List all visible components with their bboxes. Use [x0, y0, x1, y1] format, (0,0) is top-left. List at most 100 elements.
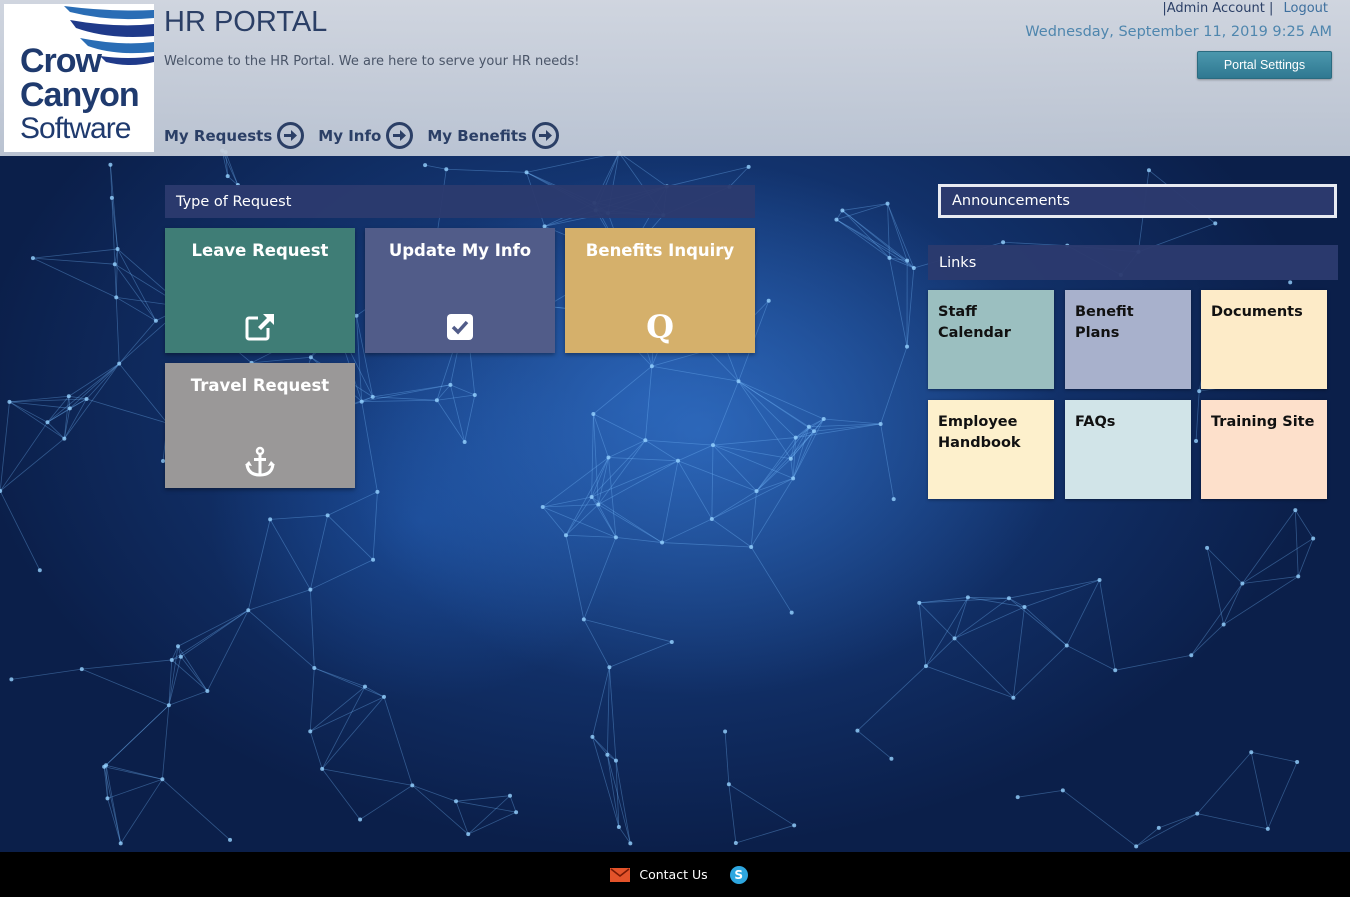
- network-node: [268, 517, 273, 522]
- network-line: [0, 490, 41, 571]
- network-node: [153, 318, 158, 323]
- network-line: [81, 668, 170, 706]
- top-navigation: My Requests My Info My Benefits: [164, 122, 559, 149]
- network-node: [885, 201, 890, 206]
- network-line: [47, 422, 65, 439]
- network-line: [327, 515, 374, 561]
- network-node: [660, 540, 665, 545]
- network-line: [180, 656, 208, 692]
- network-node: [1015, 795, 1020, 800]
- network-node: [225, 174, 230, 179]
- nav-my-benefits[interactable]: My Benefits: [427, 122, 559, 149]
- network-node: [793, 435, 798, 440]
- network-line: [412, 785, 457, 802]
- network-node: [115, 247, 120, 252]
- network-line: [327, 491, 378, 516]
- contact-us-label: Contact Us: [639, 867, 708, 882]
- network-node: [308, 355, 313, 360]
- network-node: [649, 364, 654, 369]
- network-line: [677, 444, 714, 462]
- network-line: [1099, 579, 1116, 671]
- network-line: [666, 166, 749, 187]
- network-line: [542, 506, 567, 536]
- network-line: [1062, 790, 1137, 847]
- logout-link[interactable]: Logout: [1283, 1, 1328, 16]
- link-benefit-plans[interactable]: Benefit Plans: [1065, 290, 1191, 389]
- network-line: [468, 811, 517, 835]
- crow-canyon-logo[interactable]: Crow Canyon Software: [4, 4, 154, 152]
- network-node: [112, 262, 117, 267]
- network-line: [310, 696, 385, 732]
- network-line: [842, 203, 888, 211]
- travel-request-tile[interactable]: Travel Request: [165, 363, 355, 488]
- network-line: [857, 665, 927, 731]
- external-link-icon: [243, 310, 277, 344]
- network-line: [925, 665, 1014, 699]
- network-line: [591, 439, 646, 498]
- network-line: [310, 686, 366, 732]
- network-line: [750, 491, 757, 548]
- update-my-info-tile[interactable]: Update My Info: [365, 228, 555, 353]
- network-line: [728, 783, 795, 826]
- network-line: [608, 439, 646, 458]
- arrow-right-circle-icon: [386, 122, 414, 149]
- network-node: [889, 756, 894, 761]
- network-line: [954, 606, 1025, 639]
- network-line: [322, 768, 413, 786]
- portal-settings-button[interactable]: Portal Settings: [1197, 51, 1332, 79]
- link-faqs[interactable]: FAQs: [1065, 400, 1191, 499]
- network-node: [628, 841, 633, 846]
- nav-my-requests[interactable]: My Requests: [164, 122, 305, 149]
- link-training-site[interactable]: Training Site: [1201, 400, 1327, 499]
- nav-my-requests-label: My Requests: [164, 126, 273, 145]
- network-node: [1293, 508, 1298, 513]
- network-line: [103, 704, 170, 768]
- network-line: [842, 210, 890, 259]
- network-line: [661, 460, 679, 543]
- network-line: [609, 641, 672, 668]
- network-node: [605, 752, 610, 757]
- network-node: [1011, 695, 1016, 700]
- link-staff-calendar[interactable]: Staff Calendar: [928, 290, 1054, 389]
- network-node: [834, 217, 839, 222]
- benefits-inquiry-tile[interactable]: Benefits Inquiry Q: [565, 228, 755, 353]
- network-node: [1022, 604, 1027, 609]
- q-icon: Q: [646, 308, 674, 346]
- link-employee-handbook[interactable]: Employee Handbook: [928, 400, 1054, 499]
- network-line: [103, 766, 122, 844]
- network-line: [836, 219, 890, 259]
- network-node: [354, 313, 359, 318]
- network-line: [1251, 751, 1298, 763]
- network-line: [446, 168, 527, 173]
- network-node: [887, 255, 892, 260]
- leave-request-tile[interactable]: Leave Request: [165, 228, 355, 353]
- network-node: [160, 777, 165, 782]
- anchor-icon: [243, 445, 277, 479]
- network-node: [308, 729, 313, 734]
- network-node: [359, 399, 364, 404]
- network-line: [168, 646, 179, 706]
- link-documents[interactable]: Documents: [1201, 290, 1327, 389]
- network-line: [918, 602, 927, 667]
- network-node: [613, 758, 618, 763]
- type-of-request-heading: Type of Request: [165, 185, 755, 218]
- welcome-message: Welcome to the HR Portal. We are here to…: [164, 54, 580, 69]
- network-line: [310, 559, 374, 590]
- network-line: [823, 418, 881, 425]
- network-line: [206, 610, 249, 692]
- network-node: [746, 164, 751, 169]
- nav-my-info[interactable]: My Info: [318, 122, 414, 149]
- network-line: [711, 445, 714, 520]
- network-line: [1197, 813, 1268, 830]
- travel-request-label: Travel Request: [190, 376, 330, 395]
- network-line: [1115, 654, 1192, 671]
- skype-icon[interactable]: S: [729, 865, 748, 884]
- network-line: [1066, 645, 1116, 671]
- network-node: [766, 298, 771, 303]
- network-node: [749, 544, 754, 549]
- network-line: [583, 619, 610, 668]
- admin-account-link[interactable]: Admin Account: [1167, 1, 1265, 16]
- network-line: [645, 439, 679, 462]
- network-node: [1249, 750, 1254, 755]
- contact-us-link[interactable]: Contact Us: [610, 867, 708, 882]
